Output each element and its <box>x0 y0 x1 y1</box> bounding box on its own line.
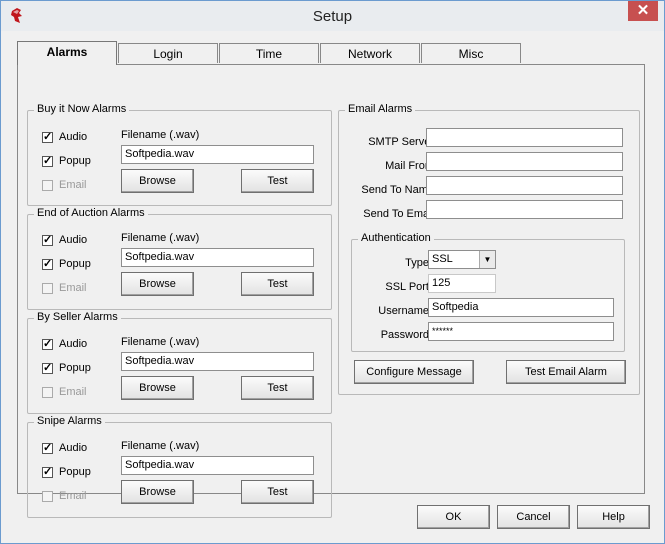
alarms-panel: Buy it Now Alarms ✓ Audio ✓ Popup Email Fi… <box>17 64 645 518</box>
audio-checkbox[interactable]: ✓ Audio <box>42 442 87 454</box>
popup-checkbox[interactable]: ✓ Popup <box>42 258 91 270</box>
popup-checkbox[interactable]: ✓ Popup <box>42 155 91 167</box>
ok-button[interactable]: OK <box>417 505 490 529</box>
send-to-email-input[interactable] <box>426 200 623 219</box>
tab-misc[interactable]: Misc <box>421 43 521 63</box>
popup-checkbox[interactable]: ✓ Popup <box>42 466 91 478</box>
popup-label: Popup <box>59 258 91 270</box>
popup-label: Popup <box>59 155 91 167</box>
checkbox-box: ✓ <box>42 337 53 350</box>
authentication-group: Authentication Type SSL ▼ SSL Port 125 U… <box>351 232 625 352</box>
filename-label: Filename (.wav) <box>121 232 200 244</box>
checkbox-box <box>42 490 53 502</box>
audio-label: Audio <box>59 338 88 350</box>
configure-message-button[interactable]: Configure Message <box>354 360 474 384</box>
test-button[interactable]: Test <box>241 480 314 504</box>
test-button[interactable]: Test <box>241 376 314 400</box>
test-button[interactable]: Test <box>241 169 314 193</box>
send-to-email-label: Send To Email <box>363 208 434 220</box>
filename-input[interactable]: Softpedia.wav <box>121 145 314 164</box>
test-email-alarm-button[interactable]: Test Email Alarm <box>506 360 626 384</box>
ssl-port-input[interactable]: 125 <box>428 274 496 293</box>
test-button[interactable]: Test <box>241 272 314 296</box>
tab-network[interactable]: Network <box>320 43 420 63</box>
tab-time[interactable]: Time <box>219 43 319 63</box>
checkbox-box: ✓ <box>42 233 53 246</box>
mail-from-input[interactable] <box>426 152 623 171</box>
title-bar[interactable]: Setup ✕ <box>1 1 664 31</box>
checkbox-box: ✓ <box>42 130 53 143</box>
email-alarms-group: Email Alarms SMTP Server Mail From Send … <box>338 103 640 395</box>
password-label: Password <box>380 329 429 341</box>
chevron-down-icon[interactable]: ▼ <box>479 251 495 268</box>
end-of-auction-alarms-group: End of Auction Alarms ✓ Audio ✓ Popup Emai… <box>27 207 332 310</box>
username-label: Username <box>378 305 429 317</box>
group-title: By Seller Alarms <box>34 311 121 323</box>
filename-label: Filename (.wav) <box>121 129 200 141</box>
setup-window: Setup ✕ Alarms Login Time Network Misc B… <box>0 0 665 544</box>
popup-label: Popup <box>59 466 91 478</box>
group-title: Authentication <box>358 232 434 244</box>
type-label: Type <box>405 257 429 269</box>
filename-label: Filename (.wav) <box>121 336 200 348</box>
audio-label: Audio <box>59 234 88 246</box>
audio-label: Audio <box>59 442 88 454</box>
buy-it-now-alarms-group: Buy it Now Alarms ✓ Audio ✓ Popup Email Fi… <box>27 103 332 206</box>
checkbox-box: ✓ <box>42 257 53 270</box>
tab-login[interactable]: Login <box>118 43 218 63</box>
checkbox-box <box>42 386 53 398</box>
send-to-name-input[interactable] <box>426 176 623 195</box>
email-label: Email <box>59 386 87 398</box>
email-label: Email <box>59 282 87 294</box>
group-title: Buy it Now Alarms <box>34 103 130 115</box>
audio-label: Audio <box>59 131 88 143</box>
audio-checkbox[interactable]: ✓ Audio <box>42 338 87 350</box>
group-title: Email Alarms <box>345 103 416 115</box>
smtp-server-label: SMTP Server <box>368 136 434 148</box>
browse-button[interactable]: Browse <box>121 376 194 400</box>
checkbox-box: ✓ <box>42 361 53 374</box>
browse-button[interactable]: Browse <box>121 480 194 504</box>
window-title: Setup <box>312 8 353 25</box>
popup-checkbox[interactable]: ✓ Popup <box>42 362 91 374</box>
filename-input[interactable]: Softpedia.wav <box>121 456 314 475</box>
checkbox-box: ✓ <box>42 465 53 478</box>
email-label: Email <box>59 490 87 502</box>
username-input[interactable]: Softpedia <box>428 298 614 317</box>
auth-type-value: SSL <box>432 253 453 265</box>
smtp-server-input[interactable] <box>426 128 623 147</box>
audio-checkbox[interactable]: ✓ Audio <box>42 234 87 246</box>
filename-input[interactable]: Softpedia.wav <box>121 248 314 267</box>
ssl-port-label: SSL Port <box>385 281 429 293</box>
email-checkbox[interactable]: Email <box>42 386 87 398</box>
checkbox-box: ✓ <box>42 154 53 167</box>
email-checkbox[interactable]: Email <box>42 490 87 502</box>
cancel-button[interactable]: Cancel <box>497 505 570 529</box>
dialog-client: Alarms Login Time Network Misc Buy it No… <box>3 31 662 541</box>
close-icon: ✕ <box>636 2 650 19</box>
snipe-alarms-group: Snipe Alarms ✓ Audio ✓ Popup Email Filenam… <box>27 415 332 518</box>
browse-button[interactable]: Browse <box>121 272 194 296</box>
by-seller-alarms-group: By Seller Alarms ✓ Audio ✓ Popup Email Fil… <box>27 311 332 414</box>
email-checkbox[interactable]: Email <box>42 282 87 294</box>
filename-input[interactable]: Softpedia.wav <box>121 352 314 371</box>
checkbox-box <box>42 282 53 294</box>
password-input[interactable]: ****** <box>428 322 614 341</box>
group-title: End of Auction Alarms <box>34 207 148 219</box>
close-button[interactable]: ✕ <box>628 1 658 21</box>
email-label: Email <box>59 179 87 191</box>
filename-label: Filename (.wav) <box>121 440 200 452</box>
tab-alarms[interactable]: Alarms <box>17 41 117 65</box>
send-to-name-label: Send To Name <box>361 184 434 196</box>
email-checkbox[interactable]: Email <box>42 179 87 191</box>
checkbox-box: ✓ <box>42 441 53 454</box>
browse-button[interactable]: Browse <box>121 169 194 193</box>
audio-checkbox[interactable]: ✓ Audio <box>42 131 87 143</box>
popup-label: Popup <box>59 362 91 374</box>
checkbox-box <box>42 179 53 191</box>
group-title: Snipe Alarms <box>34 415 105 427</box>
auth-type-select[interactable]: SSL ▼ <box>428 250 496 269</box>
help-button[interactable]: Help <box>577 505 650 529</box>
